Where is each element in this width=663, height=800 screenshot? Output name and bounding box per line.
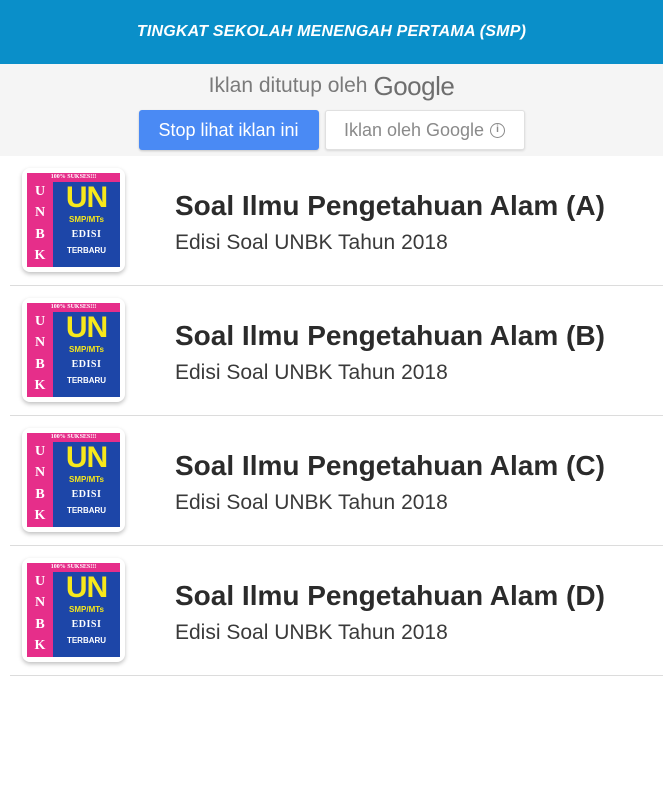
cover-side-strip: U N B K — [27, 303, 53, 397]
book-cover-thumbnail: U N B K 100% SUKSES!!! UN SMP/MTs EDISI … — [22, 428, 125, 532]
cover-letter: N — [34, 205, 46, 221]
cover-letter: K — [34, 638, 46, 654]
item-subtitle: Edisi Soal UNBK Tahun 2018 — [175, 231, 448, 254]
cover-edisi-text: EDISI — [71, 619, 102, 630]
list-item-d[interactable]: U N B K 100% SUKSES!!! UN SMP/MTs EDISI … — [0, 546, 663, 676]
item-title: Soal Ilmu Pengetahuan Alam (C) — [175, 450, 605, 481]
cover-terbaru-text: TERBARU — [66, 636, 107, 645]
ads-by-google-button[interactable]: Iklan oleh Google i — [324, 110, 525, 150]
item-title: Soal Ilmu Pengetahuan Alam (A) — [175, 190, 605, 221]
info-icon: i — [490, 122, 506, 138]
cover-edisi-text: EDISI — [71, 489, 102, 500]
google-logo: Google — [373, 70, 455, 101]
item-subtitle: Edisi Soal UNBK Tahun 2018 — [175, 491, 448, 514]
book-cover: U N B K 100% SUKSES!!! UN SMP/MTs EDISI … — [27, 303, 120, 397]
cover-letter: U — [34, 573, 46, 589]
cover-letter: N — [34, 465, 46, 481]
cover-terbaru-text: TERBARU — [66, 246, 107, 255]
book-cover: U N B K 100% SUKSES!!! UN SMP/MTs EDISI … — [27, 173, 120, 267]
item-title: Soal Ilmu Pengetahuan Alam (B) — [175, 320, 605, 351]
app-header: TINGKAT SEKOLAH MENENGAH PERTAMA (SMP) — [0, 0, 663, 64]
cover-letter: B — [35, 616, 45, 632]
cover-letter: U — [34, 443, 46, 459]
cover-letter: U — [34, 183, 46, 199]
cover-letter: B — [35, 356, 45, 372]
book-cover-thumbnail: U N B K 100% SUKSES!!! UN SMP/MTs EDISI … — [22, 298, 125, 402]
ad-closed-panel: Iklan ditutup oleh Google Stop lihat ikl… — [0, 64, 663, 156]
cover-edisi-text: EDISI — [71, 359, 102, 370]
page-title: TINGKAT SEKOLAH MENENGAH PERTAMA (SMP) — [136, 23, 527, 40]
book-cover: U N B K 100% SUKSES!!! UN SMP/MTs EDISI … — [27, 563, 120, 657]
item-subtitle: Edisi Soal UNBK Tahun 2018 — [175, 621, 448, 644]
lesson-list: U N B K 100% SUKSES!!! UN SMP/MTs EDISI … — [0, 156, 663, 676]
cover-un-text: UN — [65, 181, 108, 214]
item-subtitle: Edisi Soal UNBK Tahun 2018 — [175, 361, 448, 384]
cover-letter: K — [34, 378, 46, 394]
cover-terbaru-text: TERBARU — [66, 376, 107, 385]
cover-terbaru-text: TERBARU — [66, 506, 107, 515]
ad-closed-text: Iklan ditutup oleh — [208, 74, 368, 97]
divider — [10, 675, 663, 676]
cover-letter: K — [34, 248, 46, 264]
stop-seeing-ad-button[interactable]: Stop lihat iklan ini — [138, 110, 319, 150]
list-item-c[interactable]: U N B K 100% SUKSES!!! UN SMP/MTs EDISI … — [0, 416, 663, 546]
cover-level-text: SMP/MTs — [69, 345, 104, 354]
list-item-a[interactable]: U N B K 100% SUKSES!!! UN SMP/MTs EDISI … — [0, 156, 663, 286]
cover-level-text: SMP/MTs — [69, 475, 104, 484]
cover-side-strip: U N B K — [27, 433, 53, 527]
cover-side-strip: U N B K — [27, 173, 53, 267]
cover-letter: N — [34, 335, 46, 351]
list-item-b[interactable]: U N B K 100% SUKSES!!! UN SMP/MTs EDISI … — [0, 286, 663, 416]
ads-by-google-label: Iklan oleh Google — [343, 119, 485, 140]
cover-letter: U — [34, 313, 46, 329]
cover-un-text: UN — [65, 571, 108, 604]
cover-edisi-text: EDISI — [71, 229, 102, 240]
cover-letter: K — [34, 508, 46, 524]
cover-level-text: SMP/MTs — [69, 215, 104, 224]
cover-un-text: UN — [65, 311, 108, 344]
cover-un-text: UN — [65, 441, 108, 474]
cover-letter: N — [34, 595, 46, 611]
cover-side-strip: U N B K — [27, 563, 53, 657]
ad-closed-message: Iklan ditutup oleh Google — [0, 68, 663, 104]
book-cover-thumbnail: U N B K 100% SUKSES!!! UN SMP/MTs EDISI … — [22, 168, 125, 272]
ad-button-row: Stop lihat iklan ini Iklan oleh Google i — [0, 110, 663, 150]
cover-level-text: SMP/MTs — [69, 605, 104, 614]
cover-letter: B — [35, 226, 45, 242]
item-title: Soal Ilmu Pengetahuan Alam (D) — [175, 580, 605, 611]
book-cover-thumbnail: U N B K 100% SUKSES!!! UN SMP/MTs EDISI … — [22, 558, 125, 662]
cover-letter: B — [35, 486, 45, 502]
book-cover: U N B K 100% SUKSES!!! UN SMP/MTs EDISI … — [27, 433, 120, 527]
